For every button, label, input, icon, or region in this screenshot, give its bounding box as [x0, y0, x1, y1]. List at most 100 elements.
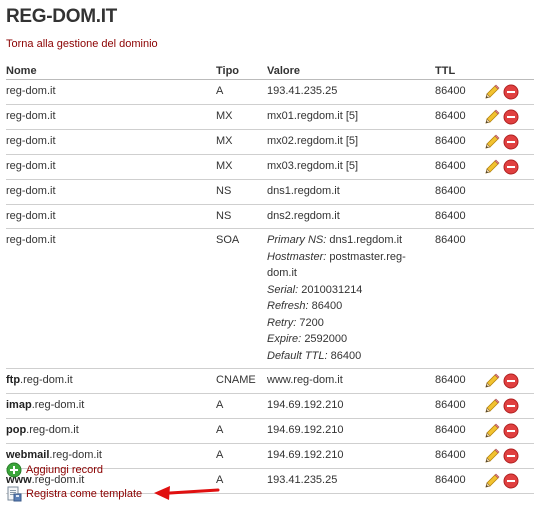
record-value: Primary NS: dns1.regdom.it Hostmaster: po… — [267, 228, 435, 369]
soa-field: Expire: 2592000 — [267, 331, 435, 348]
record-actions — [484, 204, 534, 229]
record-value: www.reg-dom.it — [267, 368, 435, 394]
record-actions — [484, 179, 534, 205]
delete-icon[interactable] — [503, 84, 519, 100]
soa-field-label: Refresh: — [267, 300, 309, 312]
record-type: CNAME — [216, 368, 267, 394]
record-value: 194.69.192.210 — [267, 393, 435, 419]
add-icon — [6, 462, 22, 478]
record-name: reg-dom.it — [6, 179, 216, 205]
pencil-icon[interactable] — [484, 109, 500, 125]
record-type: A — [216, 418, 267, 444]
delete-icon[interactable] — [503, 134, 519, 150]
add-record-link[interactable]: Aggiungi record — [6, 462, 103, 478]
delete-icon[interactable] — [503, 159, 519, 175]
delete-icon[interactable] — [503, 373, 519, 389]
dns-records-table: Nome Tipo Valore TTL reg-dom.it A 193.41.2… — [6, 62, 534, 494]
soa-field: Refresh: 86400 — [267, 298, 435, 315]
table-row: ftp.reg-dom.it CNAME www.reg-dom.it 86400 — [6, 368, 534, 394]
record-name: ftp.reg-dom.it — [6, 368, 216, 394]
record-type: A — [216, 468, 267, 494]
red-arrow-annotation — [154, 486, 220, 500]
column-header-ttl: TTL — [435, 62, 484, 80]
record-actions — [484, 104, 534, 130]
pencil-icon[interactable] — [484, 473, 500, 489]
record-type: MX — [216, 129, 267, 155]
record-domain: reg-dom.it — [6, 160, 56, 172]
record-domain: .reg-dom.it — [26, 424, 79, 436]
record-actions — [484, 228, 534, 369]
record-actions — [484, 368, 534, 394]
record-domain: reg-dom.it — [6, 110, 56, 122]
pencil-icon[interactable] — [484, 423, 500, 439]
record-ttl: 86400 — [435, 443, 484, 469]
record-value: mx01.regdom.it [5] — [267, 104, 435, 130]
pencil-icon[interactable] — [484, 84, 500, 100]
record-value: dns2.regdom.it — [267, 204, 435, 229]
soa-field: Primary NS: dns1.regdom.it — [267, 232, 435, 249]
record-ttl: 86400 — [435, 368, 484, 394]
soa-field: Hostmaster: postmaster.reg-dom.it — [267, 249, 435, 282]
save-as-template-label: Registra come template — [26, 488, 143, 500]
record-ttl: 86400 — [435, 393, 484, 419]
record-type: NS — [216, 204, 267, 229]
soa-field-label: Hostmaster: — [267, 250, 327, 263]
pencil-icon[interactable] — [484, 448, 500, 464]
pencil-icon[interactable] — [484, 134, 500, 150]
soa-field-label: Serial: — [267, 283, 299, 296]
delete-icon[interactable] — [503, 423, 519, 439]
soa-field-value: 2010031214 — [301, 283, 363, 296]
record-subdomain: imap — [6, 399, 32, 411]
record-actions — [484, 418, 534, 444]
back-to-domain-link[interactable]: Torna alla gestione del dominio — [6, 38, 158, 50]
soa-field-label: Expire: — [267, 333, 302, 345]
record-domain: .reg-dom.it — [49, 449, 102, 461]
record-ttl: 86400 — [435, 228, 484, 369]
record-value: dns1.regdom.it — [267, 179, 435, 205]
delete-icon[interactable] — [503, 473, 519, 489]
record-actions — [484, 79, 534, 105]
template-icon — [6, 486, 22, 502]
record-ttl: 86400 — [435, 154, 484, 180]
delete-icon[interactable] — [503, 448, 519, 464]
pencil-icon[interactable] — [484, 373, 500, 389]
record-domain: reg-dom.it — [6, 209, 56, 222]
record-subdomain: ftp — [6, 374, 21, 386]
record-name: reg-dom.it — [6, 204, 216, 229]
record-domain: reg-dom.it — [6, 185, 56, 197]
record-name: reg-dom.it — [6, 79, 216, 105]
record-domain: .reg-dom.it — [20, 374, 73, 386]
delete-icon[interactable] — [503, 109, 519, 125]
delete-icon[interactable] — [503, 398, 519, 414]
pencil-icon[interactable] — [484, 159, 500, 175]
soa-field: Default TTL: 86400 — [267, 348, 435, 365]
soa-field-value: 7200 — [299, 316, 324, 329]
record-name: reg-dom.it — [6, 228, 216, 369]
record-name: reg-dom.it — [6, 154, 216, 180]
record-name: pop.reg-dom.it — [6, 418, 216, 444]
record-value: 194.69.192.210 — [267, 418, 435, 444]
column-header-value: Valore — [267, 62, 435, 80]
soa-field: Retry: 7200 — [267, 315, 435, 332]
soa-field-value: 86400 — [330, 349, 362, 362]
record-name: reg-dom.it — [6, 129, 216, 155]
record-domain: reg-dom.it — [6, 85, 56, 97]
soa-field-label: Retry: — [267, 316, 297, 329]
record-type: A — [216, 79, 267, 105]
pencil-icon[interactable] — [484, 398, 500, 414]
table-row: reg-dom.it A 193.41.235.25 86400 — [6, 79, 534, 105]
column-header-name: Nome — [6, 62, 216, 80]
record-ttl: 86400 — [435, 79, 484, 105]
table-header-row: Nome Tipo Valore TTL — [6, 62, 534, 80]
table-body: reg-dom.it A 193.41.235.25 86400 reg-dom.it M… — [6, 79, 534, 494]
table-row: reg-dom.it NS dns1.regdom.it 86400 — [6, 179, 534, 205]
save-as-template-link[interactable]: Registra come template — [6, 486, 142, 502]
record-value: 193.41.235.25 — [267, 79, 435, 105]
record-ttl: 86400 — [435, 179, 484, 205]
column-header-actions — [484, 62, 534, 80]
soa-field-label: Default TTL: — [267, 349, 328, 362]
table-row: reg-dom.it MX mx01.regdom.it [5] 86400 — [6, 104, 534, 130]
record-name: imap.reg-dom.it — [6, 393, 216, 419]
record-actions — [484, 129, 534, 155]
record-ttl: 86400 — [435, 129, 484, 155]
